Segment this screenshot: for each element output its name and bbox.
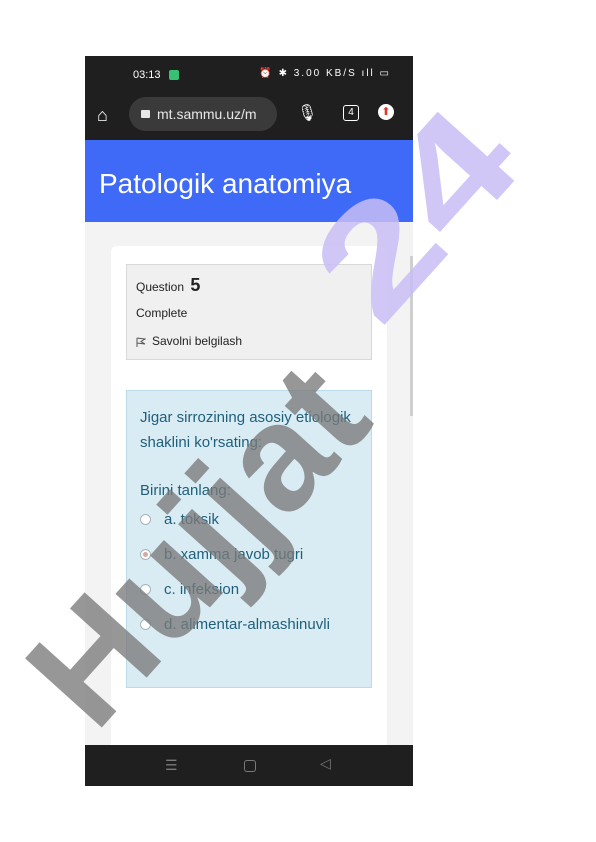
radio-button[interactable] — [140, 619, 151, 630]
scrollbar[interactable] — [410, 256, 413, 416]
update-icon[interactable]: ⬆ — [378, 104, 394, 120]
nav-back-icon[interactable]: ◁ — [320, 755, 331, 772]
address-bar[interactable]: mt.sammu.uz/m — [129, 97, 277, 131]
flag-label: Savolni belgilash — [152, 334, 243, 348]
answer-option-a[interactable]: a. toksik — [140, 507, 364, 532]
answer-label: a. toksik — [164, 511, 220, 528]
status-time: 03:13 — [133, 69, 161, 81]
answer-label: b. xamma javob tugri — [164, 546, 304, 563]
answer-label: c. infeksion — [164, 581, 240, 598]
microphone-icon[interactable]: 🎙︎ — [297, 103, 317, 123]
site-header: Patologik anatomiya — [85, 140, 413, 222]
flag-question-link[interactable]: Savolni belgilash — [136, 334, 242, 348]
question-number: 5 — [190, 275, 201, 295]
answer-prompt: Birini tanlang: — [140, 482, 231, 499]
radio-button[interactable] — [140, 584, 151, 595]
radio-button[interactable] — [140, 514, 151, 525]
app-notification-icon — [169, 70, 179, 80]
question-state: Complete — [136, 306, 188, 320]
menu-icon[interactable]: ☰ — [165, 757, 178, 774]
tab-switcher-icon[interactable]: 4 — [343, 105, 359, 121]
answer-option-b[interactable]: b. xamma javob tugri — [140, 542, 364, 567]
question-text: Jigar sirrozining asosiy etiologik shakl… — [140, 409, 351, 451]
lock-icon — [141, 110, 150, 118]
nav-home-icon[interactable] — [244, 760, 256, 772]
site-title: Patologik anatomiya — [99, 168, 352, 199]
system-nav-bar: ☰ ◁ — [85, 745, 413, 786]
radio-button-selected[interactable] — [140, 549, 151, 560]
url-text: mt.sammu.uz/m — [157, 106, 257, 122]
phone-screen: 03:13 ⏰ ✱ 3.00 KB/S ıll ▭ ⌂ mt.sammu.uz/… — [85, 56, 413, 786]
question-info: Question 5 Complete Savolni belgilash — [126, 264, 372, 360]
question-label-text: Question — [136, 280, 185, 294]
status-icons: ⏰ ✱ 3.00 KB/S ıll ▭ — [259, 68, 391, 79]
question-formulation: Jigar sirrozining asosiy etiologik shakl… — [126, 390, 372, 688]
status-bar: 03:13 ⏰ ✱ 3.00 KB/S ıll ▭ — [85, 56, 413, 94]
home-icon[interactable]: ⌂ — [97, 105, 108, 126]
question-label: Question 5 — [136, 275, 200, 296]
flag-icon — [136, 337, 146, 347]
answer-label: d. alimentar-almashinuvli — [164, 616, 330, 633]
browser-toolbar: ⌂ mt.sammu.uz/m 🎙︎ 4 ⬆ — [85, 94, 413, 140]
answer-option-d[interactable]: d. alimentar-almashinuvli — [140, 612, 364, 637]
question-card: Question 5 Complete Savolni belgilash Ji… — [111, 246, 387, 786]
answer-option-c[interactable]: c. infeksion — [140, 577, 364, 602]
